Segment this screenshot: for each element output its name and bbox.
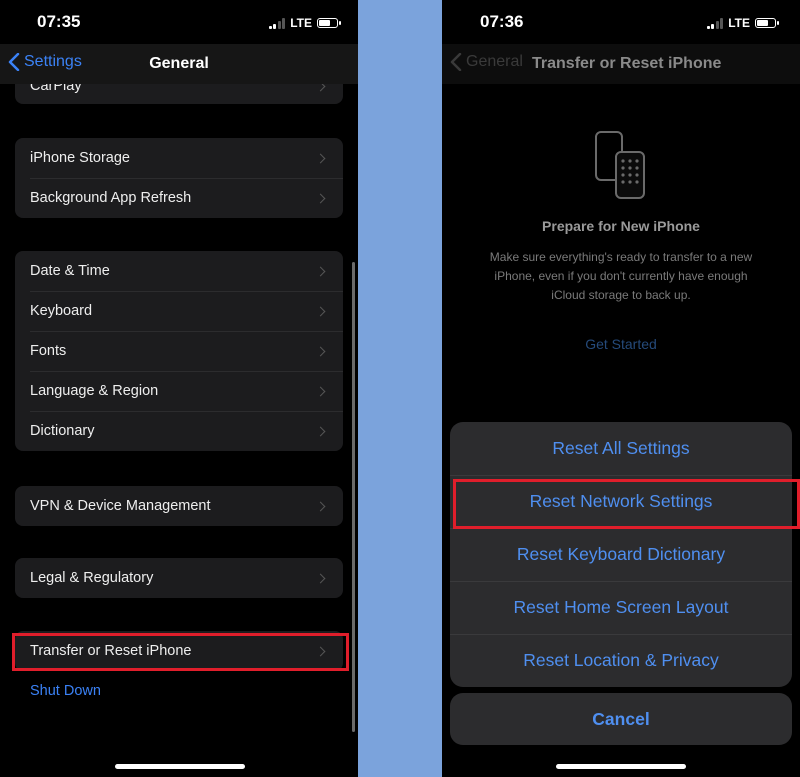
home-indicator — [115, 764, 245, 769]
chevron-right-icon — [315, 266, 326, 276]
settings-item-label: Language & Region — [30, 383, 159, 399]
back-button[interactable]: General — [450, 53, 523, 71]
settings-item-label: Fonts — [30, 343, 67, 359]
chevron-left-icon — [450, 53, 462, 71]
nav-bar: General Transfer or Reset iPhone — [442, 44, 800, 84]
settings-group-legal: Legal & Regulatory — [15, 558, 343, 598]
iphones-icon — [595, 131, 645, 199]
reset-all-settings-button[interactable]: Reset All Settings — [450, 422, 792, 475]
settings-item-label: Legal & Regulatory — [30, 570, 154, 586]
settings-item-label: Keyboard — [30, 303, 93, 319]
cellular-signal-icon — [268, 17, 286, 29]
chevron-right-icon — [315, 501, 326, 511]
reset-home-screen-layout-button[interactable]: Reset Home Screen Layout — [450, 581, 792, 634]
chevron-right-icon — [315, 193, 326, 203]
status-bar: 07:36 LTE — [442, 0, 800, 44]
status-time: 07:36 — [480, 12, 524, 31]
cancel-sheet: Cancel — [450, 693, 792, 745]
chevron-right-icon — [315, 153, 326, 163]
cancel-button[interactable]: Cancel — [450, 693, 792, 745]
chevron-right-icon — [315, 346, 326, 356]
chevron-right-icon — [315, 573, 326, 583]
network-type: LTE — [728, 16, 750, 30]
settings-group-locale: Date & Time Keyboard Fonts Language & Re… — [15, 251, 343, 451]
reset-action-sheet: Reset All Settings Reset Network Setting… — [450, 422, 792, 687]
cellular-signal-icon — [706, 17, 724, 29]
reset-location-privacy-button[interactable]: Reset Location & Privacy — [450, 634, 792, 687]
settings-item-fonts[interactable]: Fonts — [15, 331, 343, 371]
settings-item-language-region[interactable]: Language & Region — [15, 371, 343, 411]
settings-item-label: Date & Time — [30, 263, 110, 279]
chevron-right-icon — [315, 426, 326, 436]
left-phone-screen: 07:35 LTE Settings General CarPlay Setti… — [0, 0, 358, 777]
home-indicator — [556, 764, 686, 769]
network-type: LTE — [290, 16, 312, 30]
shut-down-link[interactable]: Shut Down — [30, 683, 101, 699]
status-time: 07:35 — [37, 12, 81, 31]
battery-icon — [317, 18, 341, 28]
scrollbar[interactable] — [352, 262, 355, 732]
settings-item-label: Background App Refresh — [30, 190, 192, 206]
status-bar: 07:35 LTE — [0, 0, 358, 44]
settings-item-label: VPN & Device Management — [30, 498, 211, 514]
settings-item-background-app-refresh[interactable]: Background App Refresh — [15, 178, 343, 218]
settings-item-date-time[interactable]: Date & Time — [15, 251, 343, 291]
page-title-overlay: General — [149, 55, 209, 72]
chevron-right-icon — [315, 646, 326, 656]
settings-item-label: Transfer or Reset iPhone — [30, 643, 192, 659]
settings-group-vpn: VPN & Device Management — [15, 486, 343, 526]
settings-item-legal-regulatory[interactable]: Legal & Regulatory — [15, 558, 343, 598]
settings-item-transfer-reset[interactable]: Transfer or Reset iPhone — [15, 631, 343, 671]
page-title: Transfer or Reset iPhone — [532, 55, 722, 72]
settings-item-keyboard[interactable]: Keyboard — [15, 291, 343, 331]
chevron-right-icon — [315, 306, 326, 316]
reset-network-settings-button[interactable]: Reset Network Settings — [450, 475, 792, 528]
settings-item-label: Dictionary — [30, 423, 95, 439]
battery-icon — [755, 18, 779, 28]
reset-keyboard-dictionary-button[interactable]: Reset Keyboard Dictionary — [450, 528, 792, 581]
settings-item-label: iPhone Storage — [30, 150, 130, 166]
settings-item-dictionary[interactable]: Dictionary — [15, 411, 343, 451]
right-phone-screen: 07:36 LTE General Transfer or Reset iPho… — [442, 0, 800, 777]
settings-group-storage: iPhone Storage Background App Refresh — [15, 138, 343, 218]
settings-item-vpn-device-management[interactable]: VPN & Device Management — [15, 486, 343, 526]
get-started-button[interactable]: Get Started — [442, 336, 800, 352]
settings-item-iphone-storage[interactable]: iPhone Storage — [15, 138, 343, 178]
nav-bar-overlay: Settings General — [0, 44, 358, 84]
prepare-description: Make sure everything's ready to transfer… — [489, 250, 753, 302]
settings-group-transfer: Transfer or Reset iPhone — [15, 631, 343, 671]
back-button-label: General — [466, 53, 523, 70]
chevron-right-icon — [315, 386, 326, 396]
prepare-title: Prepare for New iPhone — [542, 218, 700, 234]
